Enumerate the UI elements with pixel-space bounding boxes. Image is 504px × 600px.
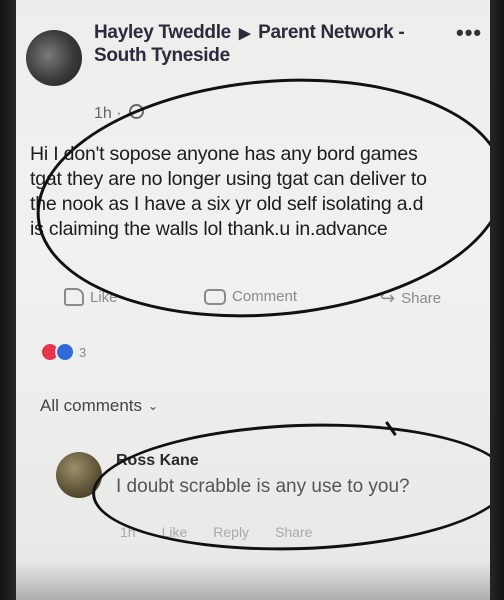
photo-shadow (16, 560, 490, 600)
post-author-line: Hayley Tweddle ▶ Parent Network - South … (94, 22, 424, 67)
reaction-count: 3 (79, 344, 87, 360)
screen: Hayley Tweddle ▶ Parent Network - South … (16, 0, 490, 600)
comments-filter[interactable]: All comments ⌄ (40, 396, 158, 416)
more-options-icon[interactable]: ••• (456, 20, 482, 46)
thumbs-up-icon (64, 288, 84, 306)
like-reaction-icon (55, 342, 75, 362)
group-avatar[interactable] (26, 30, 82, 86)
arrow-right-icon: ▶ (238, 25, 251, 42)
reactions-summary[interactable]: 3 (40, 342, 86, 362)
chevron-down-icon: ⌄ (148, 399, 159, 413)
author-name[interactable]: Hayley Tweddle (94, 22, 231, 43)
